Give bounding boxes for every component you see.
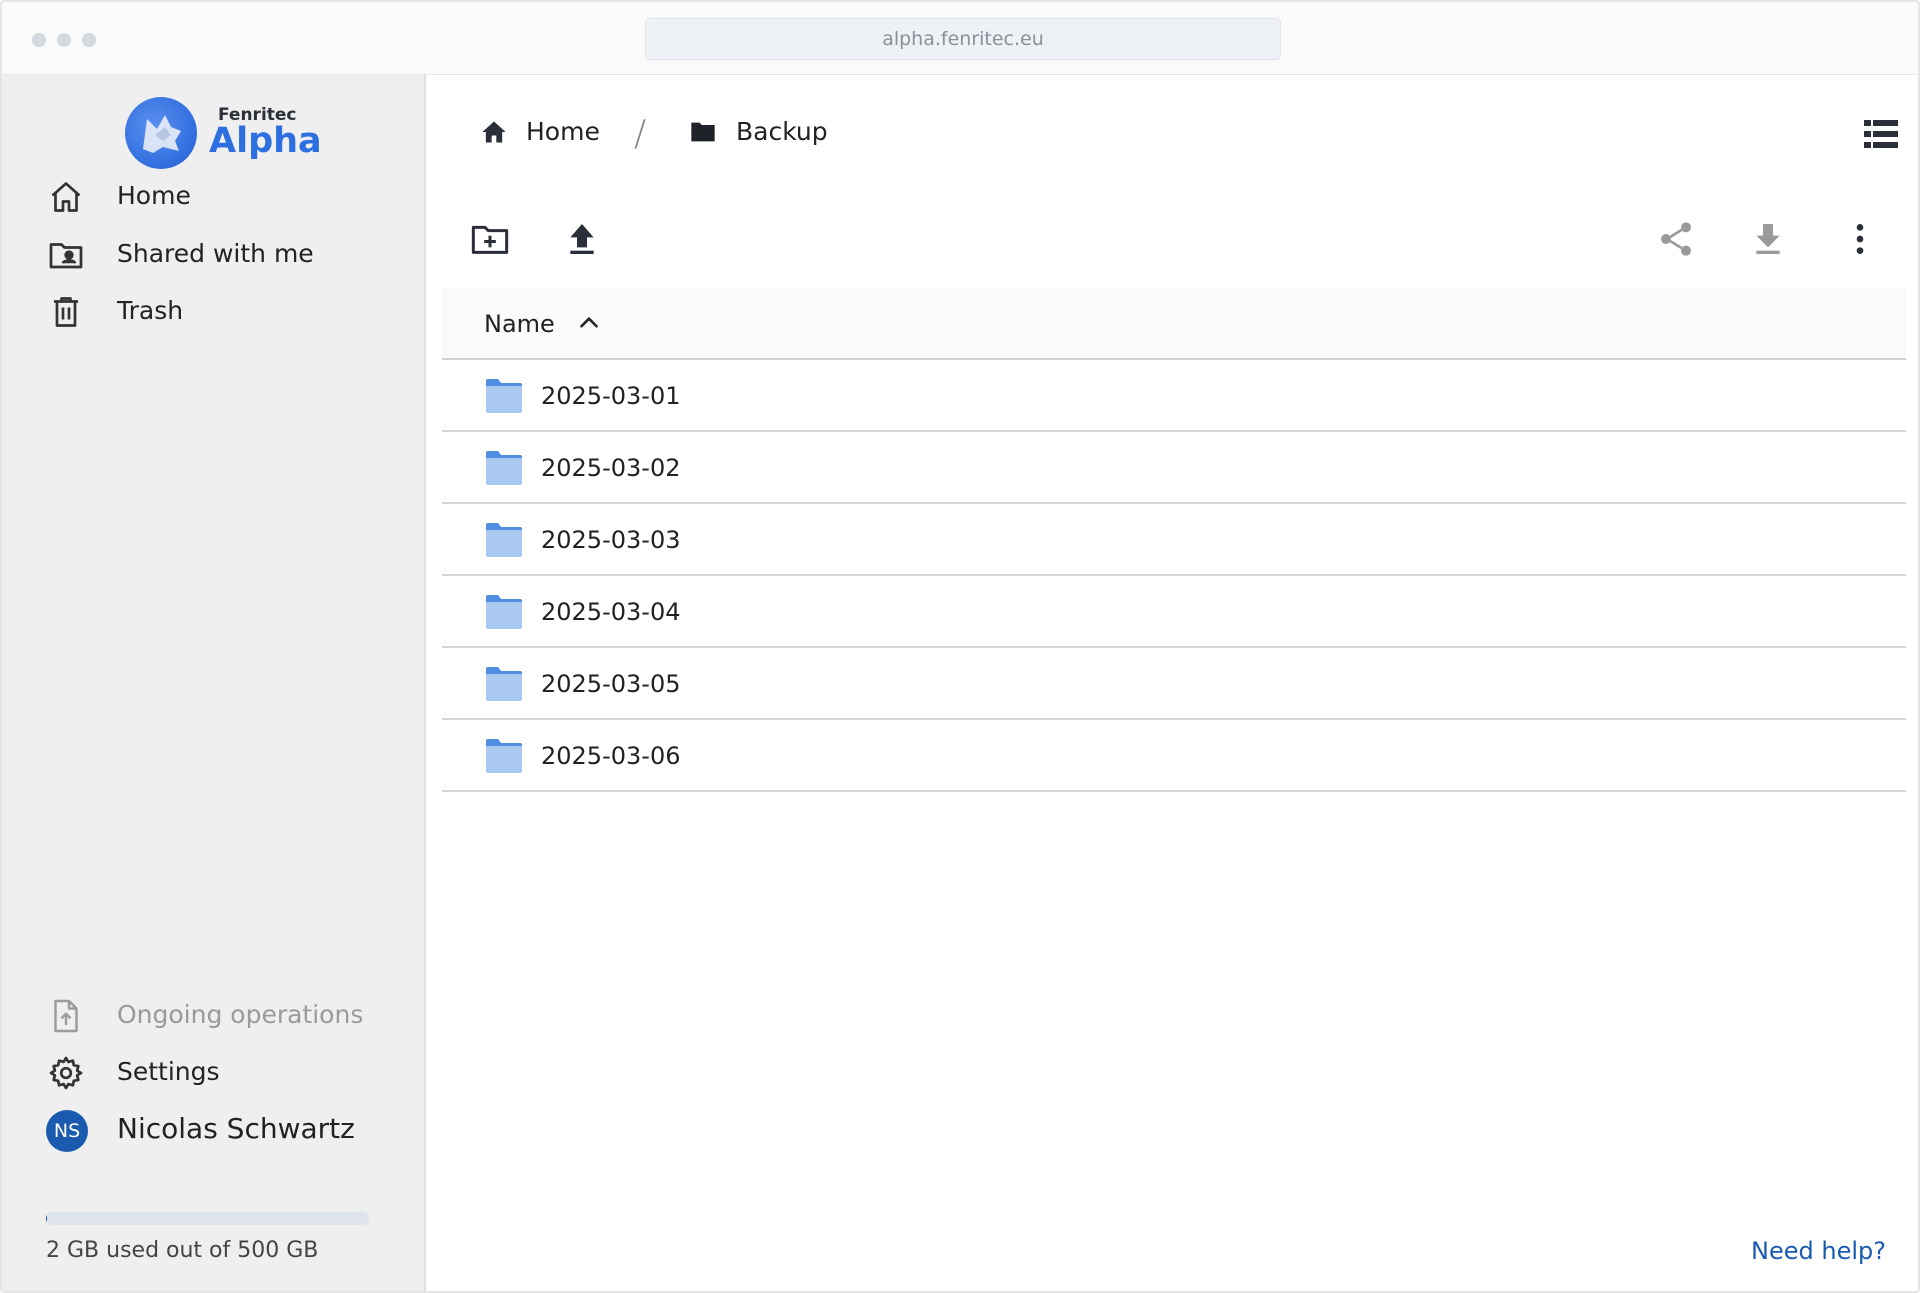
download-button[interactable]	[1748, 219, 1788, 259]
browser-titlebar: alpha.fenritec.eu	[2, 2, 1918, 75]
storage-progress-bar	[46, 1212, 369, 1225]
file-name: 2025-03-06	[541, 742, 681, 770]
sidebar-item-trash[interactable]: Trash	[2, 280, 426, 340]
sidebar-item-user-profile[interactable]: NS Nicolas Schwartz	[2, 1098, 426, 1158]
new-folder-icon	[471, 225, 509, 254]
download-icon	[1756, 224, 1780, 254]
file-upload-icon	[48, 998, 84, 1034]
trash-icon	[48, 294, 84, 330]
share-button[interactable]	[1656, 219, 1696, 259]
main-content: Home / Backup Name 2025-03-01 2025-03-02…	[428, 75, 1918, 1291]
upload-button[interactable]	[562, 219, 602, 259]
user-name: Nicolas Schwartz	[117, 1112, 355, 1145]
sort-ascending-icon[interactable]	[576, 310, 602, 336]
file-name: 2025-03-04	[541, 598, 681, 626]
sidebar-item-home[interactable]: Home	[2, 165, 426, 225]
file-table: Name 2025-03-01 2025-03-02 2025-03-03 2025-…	[442, 288, 1906, 792]
upload-icon	[570, 224, 594, 254]
column-header-name[interactable]: Name	[484, 310, 555, 338]
more-options-button[interactable]	[1840, 219, 1880, 259]
sidebar: Fenritec Alpha Home Shared with me Trash…	[2, 75, 426, 1291]
table-row[interactable]: 2025-03-03	[442, 504, 1906, 576]
storage-progress-fill	[46, 1212, 48, 1225]
home-icon	[482, 121, 506, 142]
sidebar-item-settings[interactable]: Settings	[2, 1041, 426, 1101]
window-control-dot[interactable]	[82, 33, 96, 47]
sidebar-item-shared[interactable]: Shared with me	[2, 223, 426, 283]
list-view-icon	[1864, 120, 1898, 148]
table-row[interactable]: 2025-03-04	[442, 576, 1906, 648]
file-name: 2025-03-01	[541, 382, 681, 410]
breadcrumb-current[interactable]: Backup	[688, 117, 828, 146]
file-name: 2025-03-03	[541, 526, 681, 554]
sidebar-item-ongoing-operations: Ongoing operations	[2, 984, 426, 1044]
breadcrumb-home-label: Home	[526, 117, 600, 146]
table-row[interactable]: 2025-03-01	[442, 360, 1906, 432]
table-header: Name	[442, 288, 1906, 360]
fenritec-wolf-logo-icon	[125, 97, 197, 169]
sidebar-item-label: Home	[117, 181, 191, 210]
new-folder-button[interactable]	[470, 219, 510, 259]
app-logo[interactable]: Fenritec Alpha	[125, 95, 322, 170]
sidebar-item-label: Ongoing operations	[117, 1000, 364, 1029]
folder-icon	[691, 122, 715, 141]
logo-product-text: Alpha	[209, 121, 322, 161]
window-control-dot[interactable]	[57, 33, 71, 47]
breadcrumb-separator: /	[634, 113, 647, 154]
home-icon	[48, 179, 84, 215]
folder-icon	[486, 667, 522, 701]
folder-icon	[486, 739, 522, 773]
gear-icon	[48, 1055, 84, 1091]
sidebar-item-label: Settings	[117, 1057, 220, 1086]
table-body: 2025-03-01 2025-03-02 2025-03-03 2025-03-04…	[442, 360, 1906, 792]
folder-icon	[486, 523, 522, 557]
file-name: 2025-03-02	[541, 454, 681, 482]
file-name: 2025-03-05	[541, 670, 681, 698]
share-icon	[1661, 222, 1691, 256]
table-row[interactable]: 2025-03-05	[442, 648, 1906, 720]
window-control-dot[interactable]	[32, 33, 46, 47]
browser-window: alpha.fenritec.eu Fenritec Alpha Home Sh…	[0, 0, 1920, 1293]
need-help-link[interactable]: Need help?	[1751, 1237, 1886, 1265]
breadcrumb-current-label: Backup	[736, 117, 828, 146]
list-view-toggle-button[interactable]	[1864, 119, 1898, 149]
table-row[interactable]: 2025-03-06	[442, 720, 1906, 792]
avatar: NS	[46, 1110, 88, 1152]
shared-folder-icon	[48, 237, 84, 273]
more-vertical-icon	[1856, 224, 1864, 254]
storage-usage-text: 2 GB used out of 500 GB	[46, 1238, 319, 1263]
table-row[interactable]: 2025-03-02	[442, 432, 1906, 504]
folder-icon	[486, 379, 522, 413]
folder-icon	[486, 451, 522, 485]
url-bar[interactable]: alpha.fenritec.eu	[645, 18, 1281, 60]
sidebar-item-label: Trash	[117, 296, 184, 325]
sidebar-item-label: Shared with me	[117, 239, 314, 268]
breadcrumb-home[interactable]: Home	[480, 117, 600, 146]
folder-icon	[486, 595, 522, 629]
